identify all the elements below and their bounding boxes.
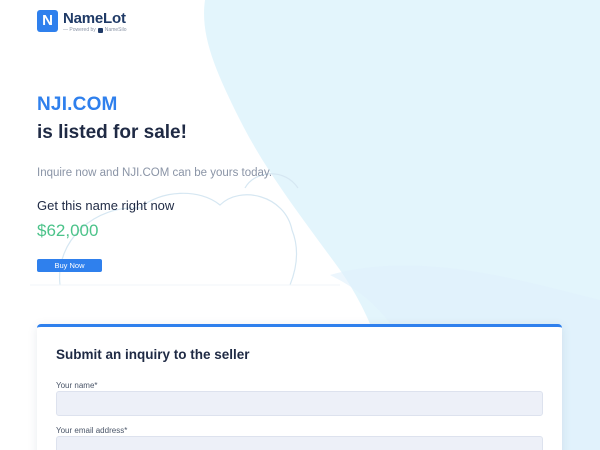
buy-now-button[interactable]: Buy Now xyxy=(37,259,102,272)
namelot-logo[interactable]: N NameLot — Powered by NameSilo xyxy=(37,10,126,33)
form-title: Submit an inquiry to the seller xyxy=(56,347,250,362)
inquiry-form-card: Submit an inquiry to the seller Your nam… xyxy=(37,324,562,450)
name-field[interactable] xyxy=(56,391,543,416)
get-name-text: Get this name right now xyxy=(37,198,175,213)
site-header: N NameLot — Powered by NameSilo xyxy=(0,0,600,44)
hero-section: NJI.COM is listed for sale! Inquire now … xyxy=(37,92,272,273)
namesilo-icon xyxy=(97,27,103,33)
powered-by: — Powered by NameSilo xyxy=(63,27,126,33)
brand-name: NameLot xyxy=(63,10,126,27)
logo-text: NameLot — Powered by NameSilo xyxy=(63,10,126,33)
domain-name: NJI.COM xyxy=(37,94,118,115)
price: $62,000 xyxy=(37,221,99,240)
email-field[interactable] xyxy=(56,436,543,450)
powered-by-label: — Powered by xyxy=(63,27,96,33)
namelot-logo-icon: N xyxy=(37,10,58,32)
powered-by-brand: NameSilo xyxy=(104,27,127,33)
sale-tagline: is listed for sale! xyxy=(37,122,187,143)
inquire-text: Inquire now and NJI.COM can be yours tod… xyxy=(37,167,273,179)
name-label: Your name* xyxy=(56,381,98,390)
email-label: Your email address* xyxy=(56,426,128,435)
